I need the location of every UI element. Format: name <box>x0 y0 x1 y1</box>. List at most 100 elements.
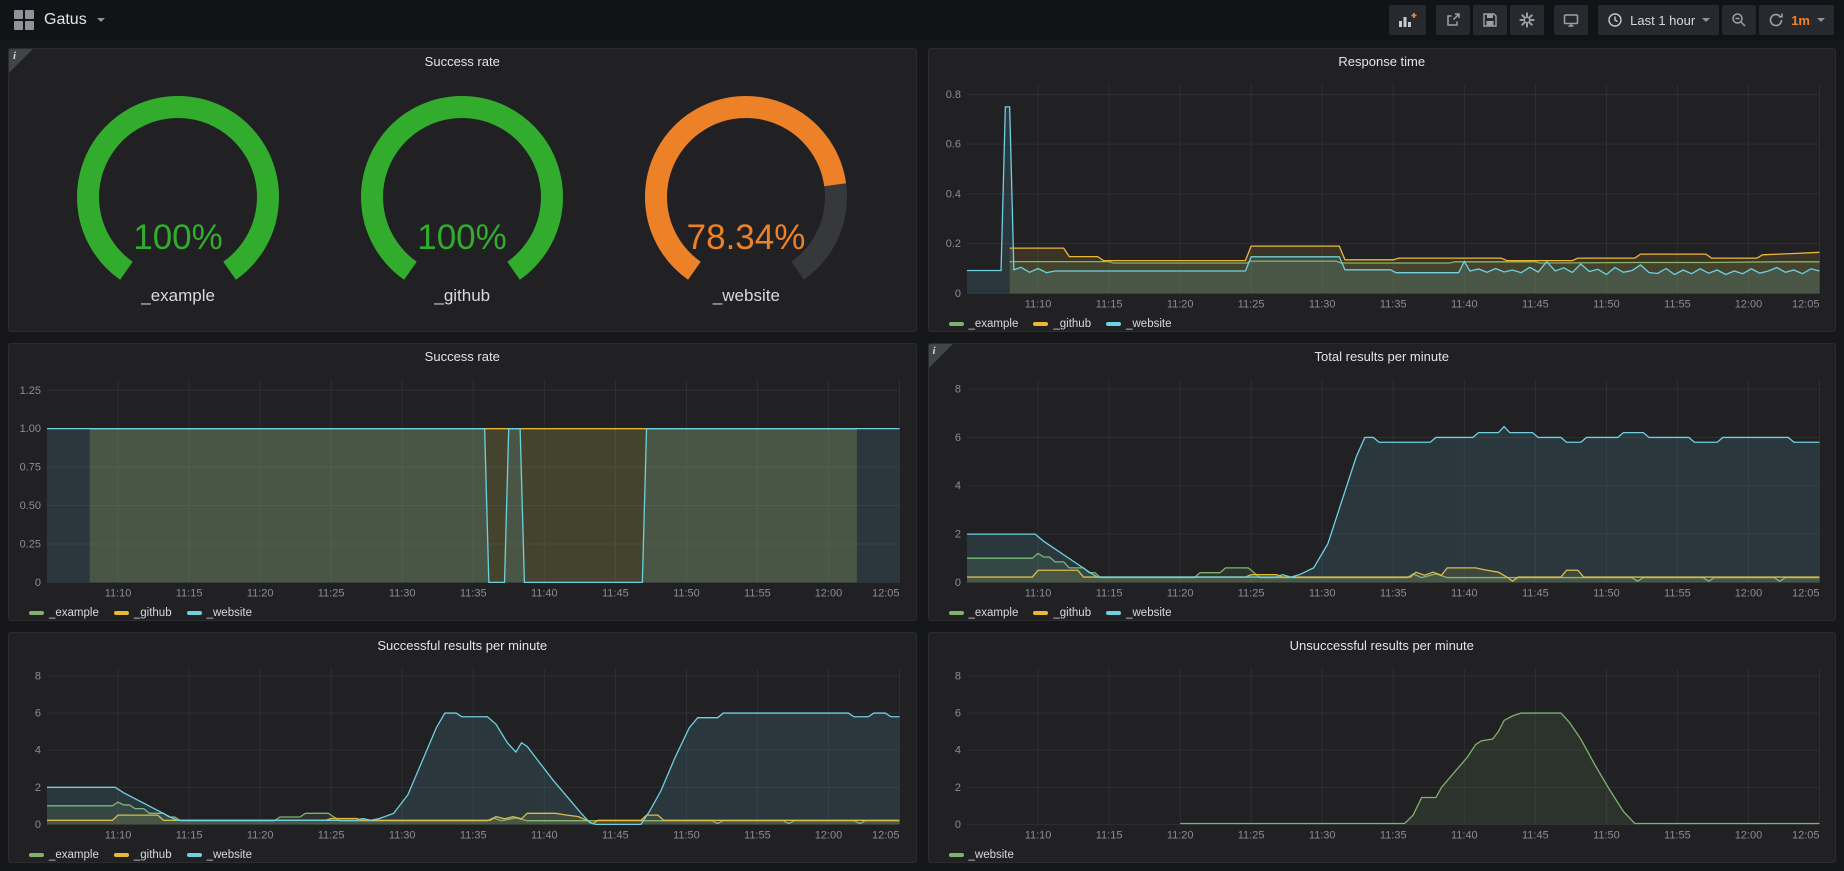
svg-text:11:50: 11:50 <box>1593 587 1620 599</box>
panel-title[interactable]: Response time <box>929 49 1836 74</box>
svg-text:11:15: 11:15 <box>1095 587 1122 599</box>
svg-text:11:10: 11:10 <box>105 829 132 841</box>
refresh-picker[interactable]: 1m <box>1759 5 1834 35</box>
time-range-picker[interactable]: Last 1 hour <box>1598 5 1719 35</box>
svg-text:11:55: 11:55 <box>1664 829 1691 841</box>
save-icon <box>1482 12 1498 28</box>
legend-item-_github[interactable]: _github <box>1033 607 1091 619</box>
svg-text:0.4: 0.4 <box>945 188 960 200</box>
gauge-website: 78.34% _website <box>621 94 871 306</box>
panel-info-corner-icon[interactable]: i <box>929 344 953 368</box>
svg-text:11:50: 11:50 <box>673 829 700 841</box>
svg-text:11:15: 11:15 <box>176 587 203 599</box>
refresh-icon <box>1768 12 1784 28</box>
svg-text:12:05: 12:05 <box>872 829 900 841</box>
legend-item-_website[interactable]: _website <box>187 607 252 619</box>
legend-label: _website <box>1126 607 1171 619</box>
svg-text:11:25: 11:25 <box>318 587 345 599</box>
svg-text:11:45: 11:45 <box>1522 298 1549 310</box>
chart-legend: _example _github _website <box>9 847 916 863</box>
svg-text:0.6: 0.6 <box>945 139 960 151</box>
legend-item-_example[interactable]: _example <box>949 607 1019 619</box>
svg-text:11:55: 11:55 <box>744 829 771 841</box>
legend-swatch <box>29 611 44 615</box>
add-panel-button[interactable] <box>1389 5 1426 35</box>
legend-label: _github <box>1053 607 1091 619</box>
svg-text:11:35: 11:35 <box>460 829 487 841</box>
svg-text:6: 6 <box>954 708 960 720</box>
svg-text:11:50: 11:50 <box>673 587 700 599</box>
svg-text:8: 8 <box>954 384 960 396</box>
svg-text:0.8: 0.8 <box>945 89 960 101</box>
navbar: Gatus Last 1 ho <box>0 0 1844 40</box>
legend-label: _github <box>134 849 172 861</box>
panel-title[interactable]: Successful results per minute <box>9 633 916 658</box>
legend-label: _example <box>49 607 99 619</box>
legend-swatch <box>114 611 129 615</box>
chevron-down-icon <box>1702 18 1710 22</box>
chevron-down-icon[interactable] <box>97 18 105 22</box>
chart-response-time[interactable]: 00.20.40.60.811:1011:1511:2011:2511:3011… <box>931 76 1832 316</box>
svg-text:11:40: 11:40 <box>531 587 558 599</box>
legend-item-_example[interactable]: _example <box>949 318 1019 330</box>
legend-item-_website[interactable]: _website <box>949 849 1014 861</box>
svg-text:11:50: 11:50 <box>1593 829 1620 841</box>
chart-legend: _example _github _website <box>929 605 1836 621</box>
legend-item-_website[interactable]: _website <box>1106 607 1171 619</box>
svg-text:11:40: 11:40 <box>531 829 558 841</box>
panel-title[interactable]: Unsuccessful results per minute <box>929 633 1836 658</box>
legend-swatch <box>949 611 964 615</box>
panel-title[interactable]: Total results per minute <box>929 344 1836 369</box>
legend-label: _example <box>969 318 1019 330</box>
svg-text:11:20: 11:20 <box>247 587 274 599</box>
svg-text:12:00: 12:00 <box>815 587 842 599</box>
panel-info-corner-icon[interactable]: i <box>9 49 33 73</box>
panel-success-rate-gauges: i Success rate 100% _example 100% _githu… <box>8 48 917 332</box>
legend-item-_website[interactable]: _website <box>1106 318 1171 330</box>
svg-text:11:25: 11:25 <box>318 829 345 841</box>
gauge-label: _website <box>713 286 780 306</box>
svg-text:11:15: 11:15 <box>1095 298 1122 310</box>
dashboard-grid-icon[interactable] <box>14 10 34 30</box>
legend-swatch <box>29 853 44 857</box>
legend-item-_example[interactable]: _example <box>29 849 99 861</box>
svg-text:0: 0 <box>35 577 41 589</box>
legend-label: _github <box>1053 318 1091 330</box>
svg-text:12:00: 12:00 <box>1734 587 1761 599</box>
panel-title[interactable]: Success rate <box>9 49 916 74</box>
svg-text:0: 0 <box>35 819 41 831</box>
svg-text:100%: 100% <box>133 218 223 257</box>
chart-successful-results[interactable]: 0246811:1011:1511:2011:2511:3011:3511:40… <box>11 660 912 847</box>
settings-button[interactable] <box>1510 5 1544 35</box>
gauge-example: 100% _example <box>53 94 303 306</box>
svg-text:11:55: 11:55 <box>1664 587 1691 599</box>
panel-title[interactable]: Success rate <box>9 344 916 369</box>
cycle-view-button[interactable] <box>1554 5 1588 35</box>
legend-item-_example[interactable]: _example <box>29 607 99 619</box>
svg-text:6: 6 <box>35 708 41 720</box>
svg-text:0: 0 <box>954 819 960 831</box>
legend-label: _website <box>207 607 252 619</box>
legend-item-_github[interactable]: _github <box>114 849 172 861</box>
chart-total-results[interactable]: 0246811:1011:1511:2011:2511:3011:3511:40… <box>931 371 1832 605</box>
svg-text:0: 0 <box>954 288 960 300</box>
svg-text:11:20: 11:20 <box>1166 587 1193 599</box>
add-panel-icon <box>1398 12 1417 28</box>
svg-text:11:20: 11:20 <box>1166 829 1193 841</box>
share-button[interactable] <box>1436 5 1470 35</box>
legend-swatch <box>1106 611 1121 615</box>
chart-unsuccessful-results[interactable]: 0246811:1011:1511:2011:2511:3011:3511:40… <box>931 660 1832 847</box>
chart-legend: _website <box>929 847 1836 863</box>
legend-item-_github[interactable]: _github <box>1033 318 1091 330</box>
svg-text:12:05: 12:05 <box>872 587 900 599</box>
dashboard-title[interactable]: Gatus <box>44 11 87 29</box>
zoom-out-button[interactable] <box>1722 5 1756 35</box>
svg-text:11:40: 11:40 <box>1450 587 1477 599</box>
legend-item-_website[interactable]: _website <box>187 849 252 861</box>
svg-text:11:10: 11:10 <box>1024 829 1051 841</box>
legend-item-_github[interactable]: _github <box>114 607 172 619</box>
legend-label: _example <box>49 849 99 861</box>
chart-success-rate[interactable]: 00.250.500.751.001.2511:1011:1511:2011:2… <box>11 371 912 605</box>
svg-text:1.00: 1.00 <box>20 423 41 435</box>
save-button[interactable] <box>1473 5 1507 35</box>
